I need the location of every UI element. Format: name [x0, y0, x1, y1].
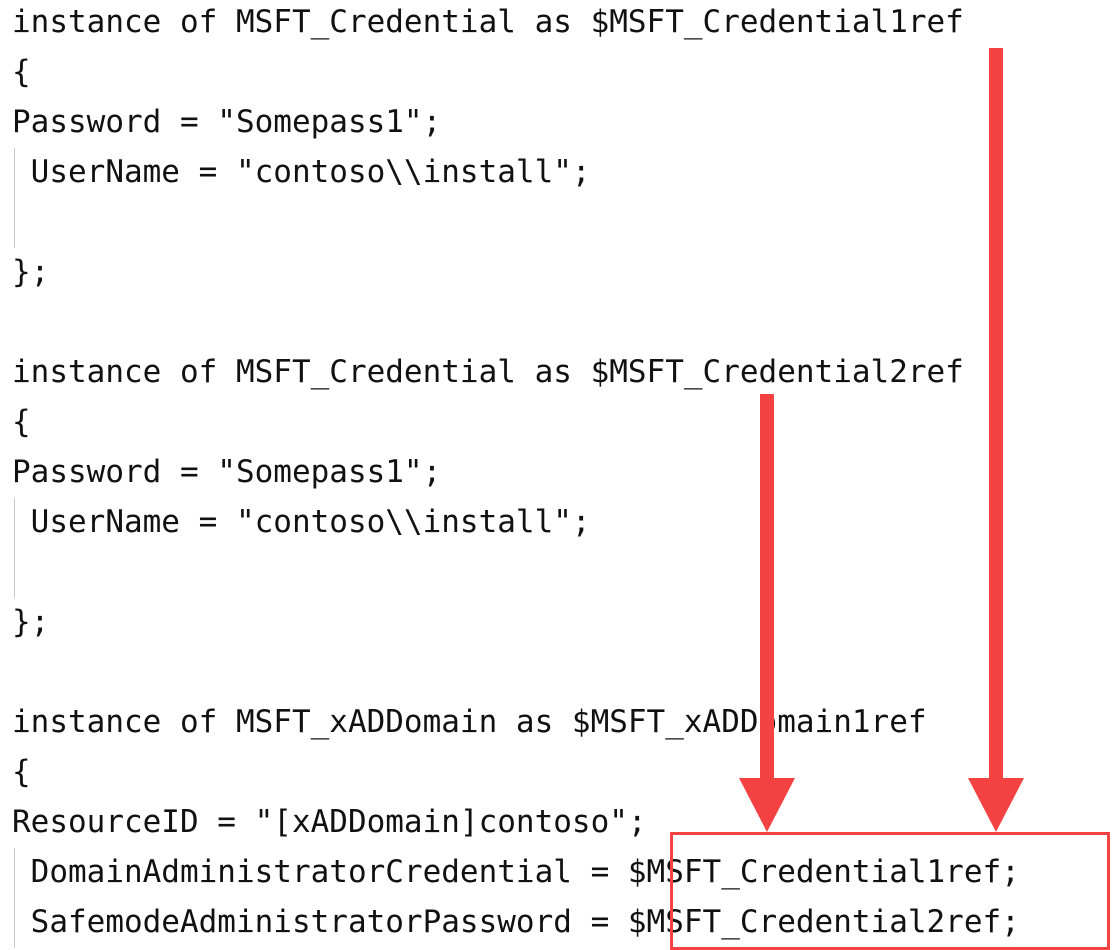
code-line: UserName = "contoso\\install";	[12, 504, 591, 540]
indent-guide	[14, 148, 15, 248]
code-line: };	[12, 254, 50, 290]
indent-guide	[14, 498, 15, 598]
code-editor[interactable]: instance of MSFT_Credential as $MSFT_Cre…	[0, 0, 1114, 948]
code-line: ResourceID = "[xADDomain]contoso";	[12, 804, 647, 840]
code-line: {	[12, 754, 31, 790]
code-line: {	[12, 54, 31, 90]
code-line: instance of MSFT_Credential as $MSFT_Cre…	[12, 4, 964, 40]
code-line: };	[12, 604, 50, 640]
code-line: Password = "Somepass1";	[12, 454, 442, 490]
code-line: Password = "Somepass1";	[12, 104, 442, 140]
code-line: {	[12, 404, 31, 440]
code-line: instance of MSFT_Credential as $MSFT_Cre…	[12, 354, 964, 390]
code-line: UserName = "contoso\\install";	[12, 154, 591, 190]
highlight-box	[670, 832, 1110, 950]
code-line: instance of MSFT_xADDomain as $MSFT_xADD…	[12, 704, 927, 740]
